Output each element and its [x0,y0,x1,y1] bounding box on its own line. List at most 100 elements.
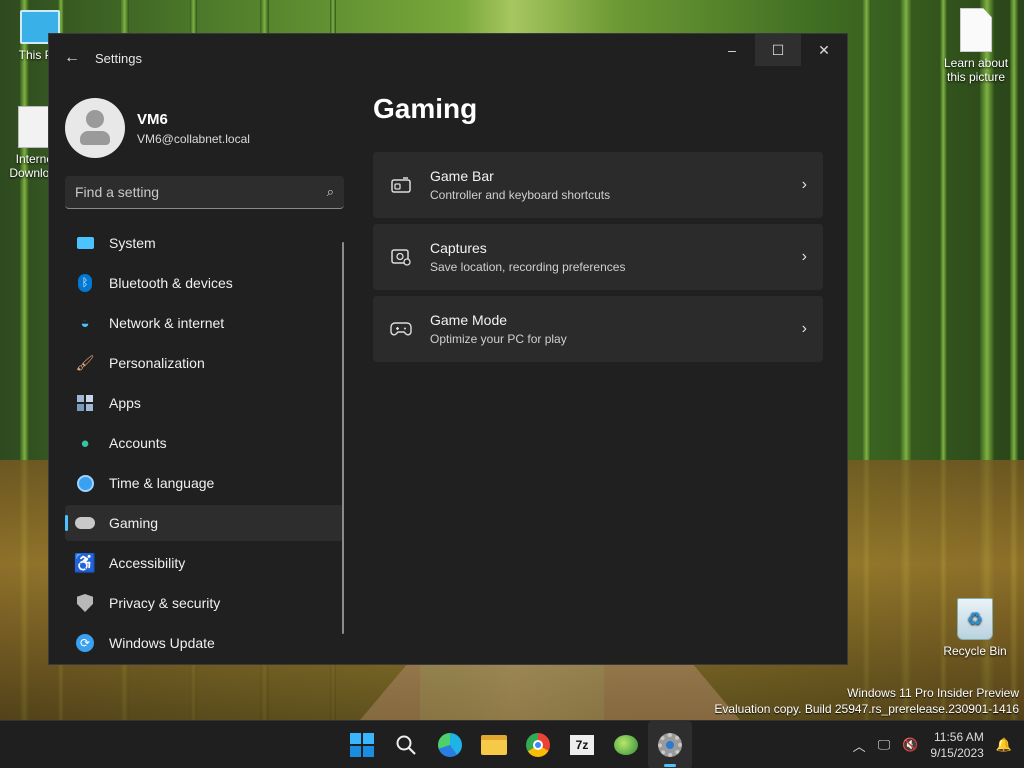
game-mode-icon [389,317,413,341]
start-button[interactable] [340,721,384,768]
system-tray: ︿ 🖵 🔇 11:56 AM 9/15/2023 🔔 [847,721,1024,768]
desktop-icon-recycle-bin[interactable]: ♻ Recycle Bin [935,598,1015,658]
nav-item-time-language[interactable]: Time & language [65,465,344,501]
shield-icon [75,593,95,613]
nav-item-label: Windows Update [109,635,215,651]
nav-item-privacy[interactable]: Privacy & security [65,585,344,621]
nav-item-label: Personalization [109,355,205,371]
nav-item-label: System [109,235,156,251]
person-icon: ● [80,434,90,452]
nav-item-label: Privacy & security [109,595,221,611]
volume-button[interactable]: 🔇 [896,721,924,768]
maximize-icon: ☐ [771,41,785,58]
main-content: Gaming Game Bar Controller and keyboard … [373,82,847,664]
recycle-bin-icon: ♻ [957,598,993,640]
watermark-line: Windows 11 Pro Insider Preview [847,686,1019,700]
nav-item-personalization[interactable]: 🖌 Personalization [65,345,344,381]
nav-item-windows-update[interactable]: ⟳ Windows Update [65,625,344,661]
close-button[interactable]: ✕ [801,34,847,66]
taskbar-search-button[interactable] [384,721,428,768]
search-input[interactable] [75,184,327,200]
7zip-icon: 7z [570,735,594,755]
sidebar-scrollbar[interactable] [342,242,344,634]
nav-item-label: Bluetooth & devices [109,275,233,291]
page-title: Gaming [373,93,478,124]
back-arrow-icon: ← [64,49,80,66]
card-subtitle: Controller and keyboard shortcuts [430,188,611,202]
profile-email: VM6@collabnet.local [137,131,250,146]
wifi-icon: ◒ [80,314,90,332]
accessibility-icon: ♿ [73,552,97,573]
maximize-button[interactable]: ☐ [755,34,801,66]
nav-item-bluetooth[interactable]: ᛒ Bluetooth & devices [65,265,344,301]
taskbar-apps: 7z [340,721,692,768]
nav-item-label: Network & internet [109,315,225,331]
nav-item-gaming[interactable]: Gaming [65,505,344,541]
settings-card-list: Game Bar Controller and keyboard shortcu… [373,152,823,362]
network-icon: 🖵 [877,737,891,752]
nav-item-label: Accounts [109,435,167,451]
nav-item-accessibility[interactable]: ♿ Accessibility [65,545,344,581]
nav-item-system[interactable]: System [65,225,344,261]
desktop-icon-learn-picture[interactable]: Learn about this picture [936,8,1016,84]
card-game-bar[interactable]: Game Bar Controller and keyboard shortcu… [373,152,823,218]
update-icon: ⟳ [75,633,95,653]
show-hidden-icons-button[interactable]: ︿ [847,721,872,768]
taskbar-7zip[interactable]: 7z [560,721,604,768]
clock[interactable]: 11:56 AM 9/15/2023 [924,721,989,768]
nav-item-label: Accessibility [109,555,186,571]
taskbar-edge[interactable] [428,721,472,768]
card-game-mode[interactable]: Game Mode Optimize your PC for play › [373,296,823,362]
card-title: Game Bar [430,168,494,184]
chevron-right-icon: › [801,320,807,337]
taskbar-settings[interactable] [648,721,692,768]
title-bar[interactable]: ← Settings – ☐ ✕ [49,34,847,82]
download-manager-icon [18,106,50,148]
card-subtitle: Save location, recording preferences [430,260,626,274]
back-button[interactable]: ← [49,34,95,82]
taskbar-network-app[interactable] [604,721,648,768]
taskbar-file-explorer[interactable] [472,721,516,768]
start-icon [350,733,374,757]
speaker-muted-icon: 🔇 [902,737,919,752]
clock-time: 11:56 AM [934,730,984,744]
chevron-right-icon: › [801,248,807,265]
bluetooth-icon: ᛒ [75,273,95,293]
nav-item-apps[interactable]: Apps [65,385,344,421]
search-icon: ⌕ [326,184,334,199]
nav-item-label: Time & language [109,475,215,491]
desktop-icon-label: Recycle Bin [943,644,1007,658]
network-status-button[interactable]: 🖵 [872,721,897,768]
clock-date: 9/15/2023 [930,746,984,760]
globe-clock-icon [75,473,95,493]
nav-item-label: Gaming [109,515,159,531]
avatar [65,98,125,158]
controller-icon [75,513,95,533]
chevron-right-icon: › [801,176,807,193]
card-subtitle: Optimize your PC for play [430,332,567,346]
settings-window: ← Settings – ☐ ✕ VM6 VM6@collabnet.local… [48,33,848,665]
nav-item-accounts[interactable]: ● Accounts [65,425,344,461]
minimize-button[interactable]: – [709,34,755,66]
chevron-up-icon: ︿ [852,738,866,754]
watermark-line: Evaluation copy. Build 25947.rs_prerelea… [714,702,1019,716]
settings-nav: System ᛒ Bluetooth & devices ◒ Network &… [65,225,344,665]
user-profile[interactable]: VM6 VM6@collabnet.local [49,82,359,166]
search-box[interactable]: ⌕ [65,176,344,209]
minimize-icon: – [728,42,736,58]
card-captures[interactable]: Captures Save location, recording prefer… [373,224,823,290]
monitor-icon [75,233,95,253]
edge-icon [438,733,462,757]
apps-icon [75,393,95,413]
taskbar-chrome[interactable] [516,721,560,768]
search-icon [396,735,416,755]
card-title: Captures [430,240,487,256]
close-icon: ✕ [818,41,830,58]
network-app-icon [614,735,638,755]
file-explorer-icon [481,735,507,755]
chrome-icon [526,733,550,757]
nav-item-network[interactable]: ◒ Network & internet [65,305,344,341]
document-icon [960,8,992,52]
notifications-button[interactable]: 🔔 [990,721,1024,768]
profile-name: VM6 [137,110,168,128]
